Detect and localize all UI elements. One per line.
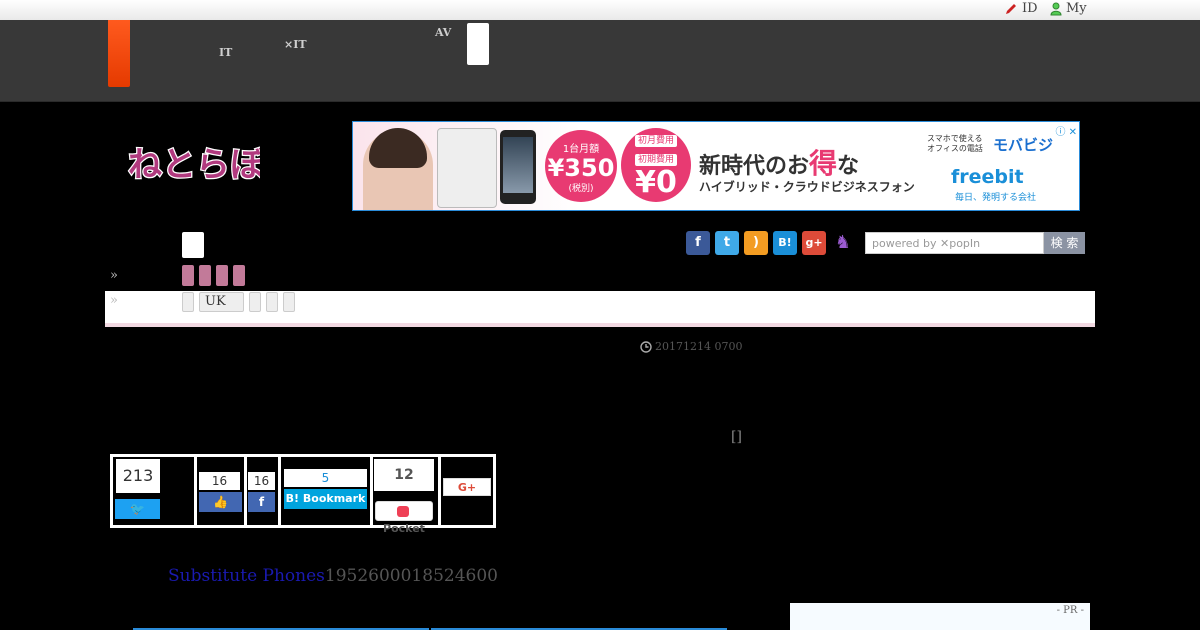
pocket-button[interactable]: Pocket [375, 501, 433, 535]
nav-item-line2 [435, 38, 457, 49]
my-link[interactable]: My [1050, 1, 1087, 16]
pocket-label: Pocket [383, 522, 425, 535]
tag-button-4[interactable] [266, 292, 278, 312]
ad-tax-note: (税別) [568, 184, 594, 194]
ad-right-brand: モバビジ [993, 136, 1054, 154]
pr-label: - PR - [1056, 605, 1084, 616]
ad-headline: 新時代のお得な [699, 142, 859, 182]
search-placeholder: powered by ✕popIn [872, 237, 981, 250]
article-trailing-text: 1952600018524600 [324, 566, 498, 586]
nlab-logo[interactable]: ねとらぼ [126, 138, 260, 190]
tweet-count: 213 [116, 459, 160, 493]
nav-item-line2: IT [219, 46, 233, 59]
ad-headline-a: 新時代のお [699, 154, 810, 179]
nav-item-line2: ×IT [284, 38, 307, 51]
ad-smartphone-image [500, 130, 536, 204]
cat-icon[interactable]: ♞ [831, 231, 855, 255]
share-divider [244, 457, 247, 525]
hatena-count: 5 [284, 469, 367, 487]
ad-initial-price: ¥0 [635, 165, 677, 200]
category-tab-4[interactable] [233, 265, 245, 286]
header-menu-button[interactable] [467, 23, 489, 65]
ad-desk-phone-image [437, 128, 497, 208]
tag-button-1[interactable] [182, 292, 194, 312]
ad-banner[interactable]: 1台月額 ¥350 (税別) 初月費用 初期費用 ¥0 新時代のお得な ハイブリ… [352, 121, 1080, 211]
itmedia-logo[interactable] [108, 20, 130, 87]
ad-monthly-label: 1台月額 [562, 144, 600, 155]
ad-subline: ハイブリッド・クラウドビジネスフォン [699, 180, 915, 194]
hatena-icon[interactable]: B! [773, 231, 797, 255]
share-divider [370, 457, 373, 525]
ad-headline-em: 得 [809, 147, 838, 180]
article-bracket: [] [731, 429, 742, 445]
top-utility-bar: ID My [0, 0, 1200, 20]
nav-item-line1 [219, 27, 241, 38]
rss-icon[interactable]: ) [744, 231, 768, 255]
pen-icon [1006, 3, 1016, 14]
article-text: Substitute Phones1952600018524600 [168, 566, 498, 586]
my-label: My [1066, 1, 1087, 16]
ad-initial-tag1: 初月費用 [634, 135, 677, 147]
ad-tagline: 毎日、発明する会社 [955, 193, 1037, 203]
share-divider [194, 457, 197, 525]
tweet-button[interactable]: 🐦 [115, 499, 160, 519]
ad-choices-icon[interactable]: ⓘ ✕ [1055, 123, 1077, 138]
site-header: IT ×IT AV [0, 20, 1200, 102]
ad-monthly-price: ¥350 [547, 154, 615, 182]
id-link[interactable]: ID [1004, 1, 1038, 16]
id-label: ID [1022, 1, 1038, 16]
nlab-logo-text: ねとらぼ [128, 145, 260, 185]
breadcrumb-separator: » [110, 293, 118, 308]
ad-right-panel: スマホで使える オフィスの電話 モバビジ freebit 毎日、発明する会社 ⓘ… [921, 122, 1079, 210]
like-button[interactable]: 👍 [199, 492, 242, 512]
category-tab-3[interactable] [216, 265, 228, 286]
secondary-menu-button[interactable] [182, 232, 204, 258]
search-input[interactable]: powered by ✕popIn [865, 232, 1044, 254]
tag-button-uk[interactable]: UK [199, 292, 244, 312]
nav-item-it[interactable]: IT [219, 27, 241, 58]
like-count: 16 [199, 472, 240, 490]
nav-item-av[interactable]: AV [435, 27, 457, 49]
ad-left-panel: 1台月額 ¥350 (税別) 初月費用 初期費用 ¥0 新時代のお得な ハイブリ… [353, 122, 921, 210]
twitter-icon[interactable]: t [715, 231, 739, 255]
ad-right-small: スマホで使える オフィスの電話 [927, 134, 983, 153]
tag-button-3[interactable] [249, 292, 261, 312]
facebook-share-button[interactable]: f [248, 492, 275, 512]
breadcrumb-separator: » [110, 268, 118, 283]
googleplus-share-button[interactable]: G+ [443, 478, 491, 496]
facebook-icon[interactable]: f [686, 231, 710, 255]
category-tab-1[interactable] [182, 265, 194, 286]
googleplus-icon[interactable]: g+ [802, 231, 826, 255]
article-date: 20171214 0700 [640, 340, 742, 353]
article-date-text: 20171214 0700 [655, 340, 743, 353]
ad-initial-price-badge: 初月費用 初期費用 ¥0 [621, 128, 691, 202]
clock-icon [640, 340, 652, 353]
ad-monthly-price-badge: 1台月額 ¥350 (税別) [545, 130, 617, 202]
nav-item-x-it[interactable]: ×IT [284, 28, 317, 50]
hatena-bookmark-button[interactable]: B! Bookmark [284, 489, 367, 509]
ad-person-image [363, 128, 433, 210]
share-divider [438, 457, 441, 525]
category-tab-2[interactable] [199, 265, 211, 286]
substitute-phones-link[interactable]: Substitute Phones [168, 566, 325, 586]
search-button[interactable]: 検 索 [1044, 232, 1085, 254]
pr-box: - PR - [790, 603, 1090, 630]
share-buttons: 213 🐦 16 👍 16 f 5 B! Bookmark 12 Pocket … [110, 454, 496, 535]
ad-freebit-logo: freebit [951, 166, 1024, 188]
ad-headline-b: な [837, 154, 860, 179]
user-icon [1050, 2, 1062, 15]
tag-button-5[interactable] [283, 292, 295, 312]
pocket-count: 12 [374, 459, 434, 491]
share-divider [278, 457, 281, 525]
breadcrumb: » UK [105, 291, 1095, 327]
facebook-share-count: 16 [248, 472, 275, 490]
pocket-icon [396, 505, 409, 517]
